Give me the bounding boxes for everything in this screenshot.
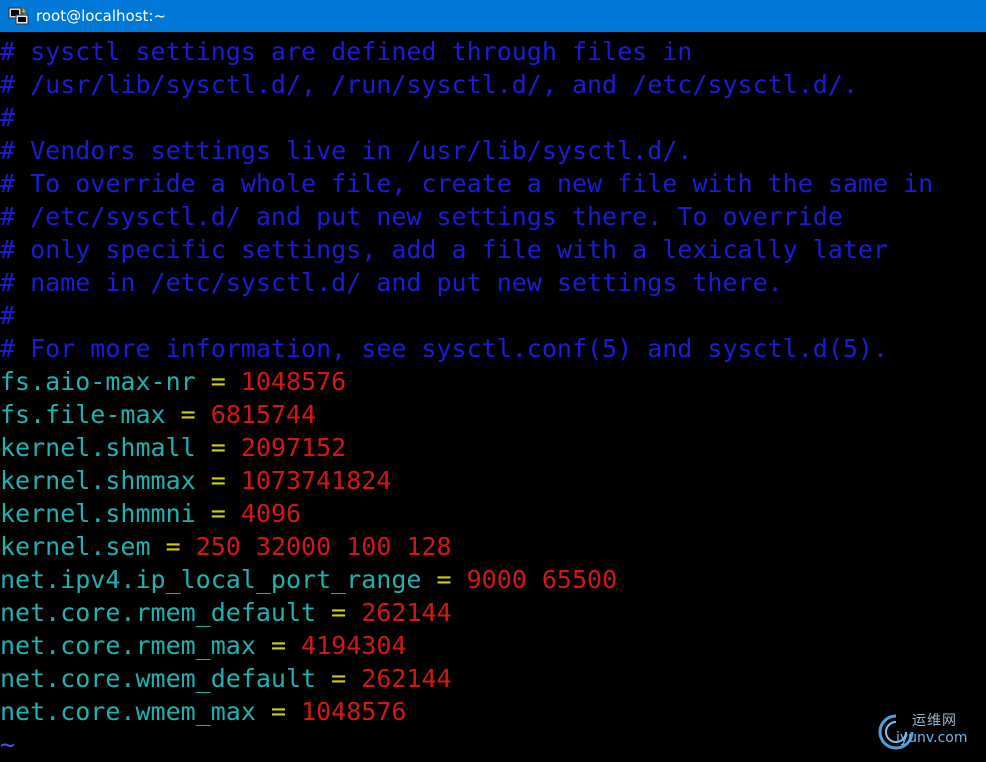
setting-value: 2097152 (240, 433, 347, 462)
terminal-window: root@localhost:~ # sysctl settings are d… (0, 0, 986, 762)
setting-line: kernel.sem = 250 32000 100 128 (0, 530, 986, 563)
comment-line: # For more information, see sysctl.conf(… (0, 332, 986, 365)
setting-key: kernel.shmall (0, 433, 196, 462)
watermark: 运维网 iyunv.com (874, 710, 980, 756)
setting-value: 1073741824 (240, 466, 392, 495)
setting-value: 1048576 (240, 367, 347, 396)
setting-value: 1048576 (301, 697, 407, 726)
putty-terminal-icon[interactable] (8, 6, 30, 26)
setting-value: 4096 (240, 499, 302, 528)
comment-text: # name in /etc/sysctl.d/ and put new set… (0, 268, 783, 297)
comment-text: # (0, 103, 16, 132)
comment-line: # name in /etc/sysctl.d/ and put new set… (0, 266, 986, 299)
terminal-content[interactable]: # sysctl settings are defined through fi… (0, 35, 986, 761)
setting-equals: = (436, 565, 452, 594)
setting-equals: = (270, 697, 286, 726)
empty-line: ~ (0, 728, 986, 761)
setting-line: kernel.shmmax = 1073741824 (0, 464, 986, 497)
comment-text: # /usr/lib/sysctl.d/, /run/sysctl.d/, an… (0, 70, 858, 99)
comment-text: # To override a whole file, create a new… (0, 169, 934, 198)
comment-line: # (0, 101, 986, 134)
setting-line: kernel.shmall = 2097152 (0, 431, 986, 464)
watermark-text: 运维网 (912, 713, 957, 729)
watermark-url: iyunv.com (896, 730, 968, 746)
setting-equals: = (270, 631, 286, 660)
setting-equals: = (210, 367, 226, 396)
comment-text: # Vendors settings live in /usr/lib/sysc… (0, 136, 693, 165)
comment-line: # /usr/lib/sysctl.d/, /run/sysctl.d/, an… (0, 68, 986, 101)
setting-key: fs.file-max (0, 400, 166, 429)
empty-line-marker: ~ (0, 730, 16, 759)
setting-line: kernel.shmmni = 4096 (0, 497, 986, 530)
setting-value: 4194304 (301, 631, 407, 660)
setting-line: net.core.rmem_max = 4194304 (0, 629, 986, 662)
window-title: root@localhost:~ (36, 7, 167, 25)
setting-equals: = (331, 664, 347, 693)
comment-text: # For more information, see sysctl.conf(… (0, 334, 889, 363)
setting-key: net.ipv4.ip_local_port_range (0, 565, 422, 594)
setting-value: 9000 65500 (466, 565, 618, 594)
setting-key: net.core.wmem_default (0, 664, 317, 693)
setting-equals: = (165, 532, 181, 561)
setting-key: kernel.sem (0, 532, 151, 561)
setting-key: net.core.wmem_max (0, 697, 256, 726)
setting-line: net.core.wmem_max = 1048576 (0, 695, 986, 728)
comment-text: # only specific settings, add a file wit… (0, 235, 889, 264)
setting-equals: = (180, 400, 196, 429)
setting-key: net.core.rmem_max (0, 631, 256, 660)
comment-line: # only specific settings, add a file wit… (0, 233, 986, 266)
comment-line: # (0, 299, 986, 332)
comment-line: # Vendors settings live in /usr/lib/sysc… (0, 134, 986, 167)
setting-value: 262144 (361, 664, 452, 693)
setting-value: 262144 (361, 598, 452, 627)
setting-equals: = (210, 433, 226, 462)
setting-line: net.core.rmem_default = 262144 (0, 596, 986, 629)
comment-text: # sysctl settings are defined through fi… (0, 37, 693, 66)
setting-key: kernel.shmmax (0, 466, 196, 495)
setting-key: fs.aio-max-nr (0, 367, 196, 396)
setting-key: net.core.rmem_default (0, 598, 317, 627)
setting-equals: = (210, 466, 226, 495)
comment-text: # /etc/sysctl.d/ and put new settings th… (0, 202, 843, 231)
setting-key: kernel.shmmni (0, 499, 196, 528)
setting-value: 6815744 (210, 400, 317, 429)
setting-line: fs.aio-max-nr = 1048576 (0, 365, 986, 398)
setting-equals: = (210, 499, 226, 528)
comment-line: # /etc/sysctl.d/ and put new settings th… (0, 200, 986, 233)
title-bar[interactable]: root@localhost:~ (0, 0, 986, 32)
comment-line: # sysctl settings are defined through fi… (0, 35, 986, 68)
setting-line: net.core.wmem_default = 262144 (0, 662, 986, 695)
setting-line: fs.file-max = 6815744 (0, 398, 986, 431)
setting-equals: = (331, 598, 347, 627)
comment-text: # (0, 301, 16, 330)
setting-line: net.ipv4.ip_local_port_range = 9000 6550… (0, 563, 986, 596)
comment-line: # To override a whole file, create a new… (0, 167, 986, 200)
setting-value: 250 32000 100 128 (195, 532, 452, 561)
